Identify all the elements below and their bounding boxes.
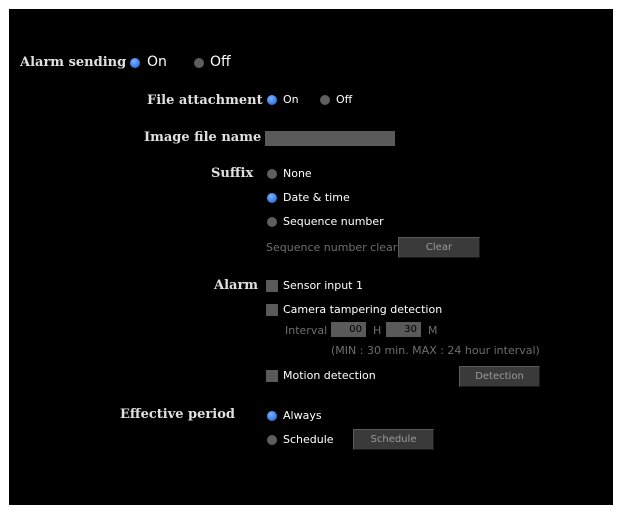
file-attachment-on-radio[interactable] bbox=[267, 95, 277, 105]
effective-period-schedule-radio[interactable] bbox=[267, 435, 277, 445]
suffix-sequence-number-radio[interactable] bbox=[267, 217, 277, 227]
clear-button[interactable]: Clear bbox=[398, 237, 480, 258]
file-attachment-label: File attachment bbox=[147, 93, 263, 108]
effective-period-schedule-label[interactable]: Schedule bbox=[283, 433, 334, 446]
image-file-name-label: Image file name bbox=[144, 130, 262, 145]
file-attachment-on-label[interactable]: On bbox=[283, 93, 299, 106]
sensor-input-checkbox[interactable] bbox=[266, 280, 278, 292]
suffix-none-radio[interactable] bbox=[267, 169, 277, 179]
interval-label: Interval bbox=[285, 324, 328, 337]
interval-hours-input[interactable]: 00 bbox=[331, 322, 366, 337]
schedule-button[interactable]: Schedule bbox=[353, 429, 434, 450]
alarm-settings-panel: Alarm sending On Off File attachment On … bbox=[9, 9, 613, 505]
interval-minutes-input[interactable]: 30 bbox=[386, 322, 421, 337]
file-attachment-off-label[interactable]: Off bbox=[336, 93, 352, 106]
suffix-date-time-radio[interactable] bbox=[267, 193, 277, 203]
interval-range-note: (MIN : 30 min. MAX : 24 hour interval) bbox=[331, 344, 540, 357]
effective-period-always-radio[interactable] bbox=[267, 411, 277, 421]
effective-period-label: Effective period bbox=[120, 407, 235, 422]
file-attachment-off-radio[interactable] bbox=[320, 95, 330, 105]
detection-button[interactable]: Detection bbox=[459, 366, 540, 387]
camera-tampering-label[interactable]: Camera tampering detection bbox=[283, 303, 442, 316]
sensor-input-label[interactable]: Sensor input 1 bbox=[283, 279, 363, 292]
alarm-sending-off-radio[interactable] bbox=[194, 58, 204, 68]
camera-tampering-checkbox[interactable] bbox=[266, 304, 278, 316]
motion-detection-label[interactable]: Motion detection bbox=[283, 369, 376, 382]
suffix-sequence-number-label[interactable]: Sequence number bbox=[283, 215, 384, 228]
motion-detection-checkbox[interactable] bbox=[266, 370, 278, 382]
alarm-label: Alarm bbox=[214, 278, 259, 293]
alarm-sending-off-label[interactable]: Off bbox=[210, 54, 231, 70]
suffix-label: Suffix bbox=[211, 166, 254, 181]
alarm-sending-on-label[interactable]: On bbox=[147, 54, 167, 70]
suffix-date-time-label[interactable]: Date & time bbox=[283, 191, 350, 204]
suffix-none-label[interactable]: None bbox=[283, 167, 312, 180]
sequence-number-clear-label: Sequence number clear bbox=[266, 241, 398, 254]
effective-period-always-label[interactable]: Always bbox=[283, 409, 322, 422]
interval-hours-unit: H bbox=[373, 324, 382, 337]
interval-minutes-unit: M bbox=[428, 324, 438, 337]
alarm-sending-label: Alarm sending bbox=[20, 55, 127, 70]
alarm-sending-on-radio[interactable] bbox=[130, 58, 140, 68]
image-file-name-input[interactable] bbox=[265, 131, 395, 146]
